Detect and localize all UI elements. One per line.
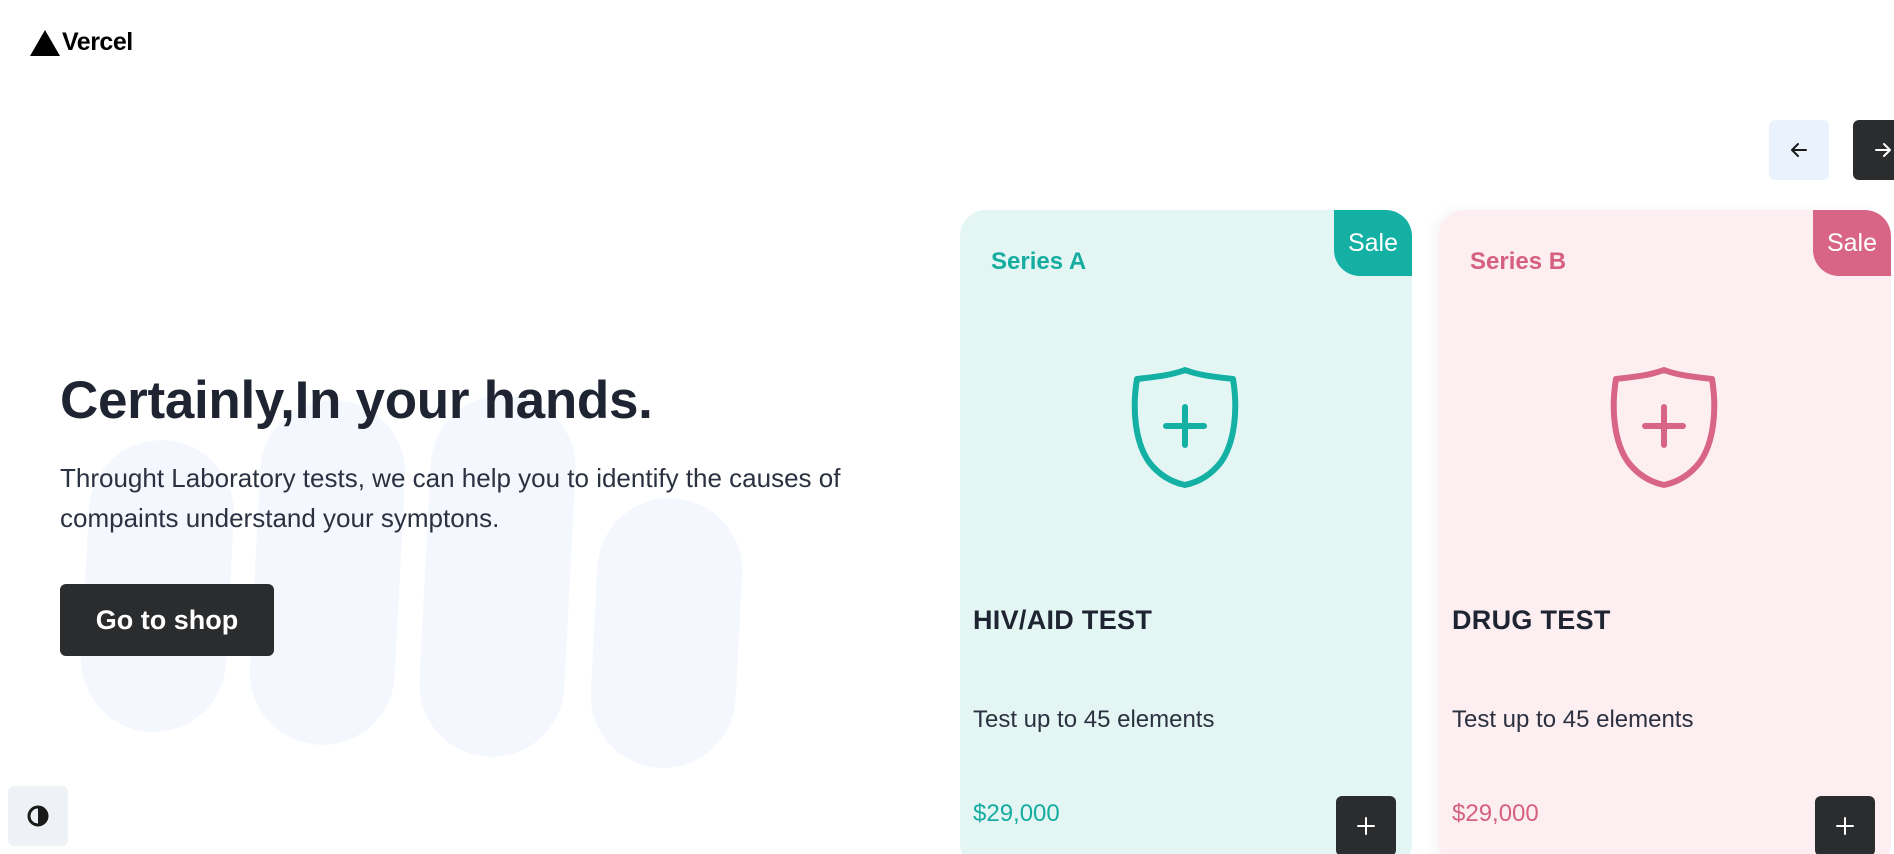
shield-plus-icon [1131, 367, 1239, 488]
carousel-prev-button[interactable] [1769, 120, 1829, 180]
card-title: HIV/AID TEST [973, 605, 1153, 635]
vercel-triangle-icon [30, 29, 60, 56]
go-to-shop-button[interactable]: Go to shop [60, 584, 274, 656]
sale-badge: Sale [1334, 210, 1412, 276]
logo-text: Vercel [62, 28, 133, 56]
add-to-cart-button[interactable] [1815, 796, 1875, 854]
product-card[interactable]: Sale Series B DRUG TEST Test up to 45 el… [1439, 210, 1891, 854]
card-price: $29,000 [973, 800, 1060, 827]
decorative-pill [415, 391, 580, 761]
theme-toggle-button[interactable] [8, 786, 68, 846]
card-price: $29,000 [1452, 800, 1539, 827]
contrast-icon [27, 805, 49, 827]
plus-icon [1357, 817, 1375, 835]
arrow-right-icon [1875, 143, 1891, 157]
decorative-pill [246, 396, 409, 749]
carousel-next-button[interactable] [1853, 120, 1894, 180]
card-title: DRUG TEST [1452, 605, 1611, 635]
series-label: Series A [991, 248, 1087, 275]
shield-plus-icon [1610, 367, 1718, 488]
plus-icon [1836, 817, 1854, 835]
card-subtitle: Test up to 45 elements [973, 706, 1215, 733]
sale-badge: Sale [1813, 210, 1891, 276]
hero-title: Certainly,In your hands. [60, 371, 653, 430]
card-subtitle: Test up to 45 elements [1452, 706, 1694, 733]
logo[interactable]: Vercel [30, 28, 133, 57]
hero-description: Throught Laboratory tests, we can help y… [60, 463, 841, 533]
arrow-left-icon [1791, 143, 1807, 157]
product-card[interactable]: Sale Series A HIV/AID TEST Test up to 45… [960, 210, 1412, 854]
add-to-cart-button[interactable] [1336, 796, 1396, 854]
series-label: Series B [1470, 248, 1567, 275]
